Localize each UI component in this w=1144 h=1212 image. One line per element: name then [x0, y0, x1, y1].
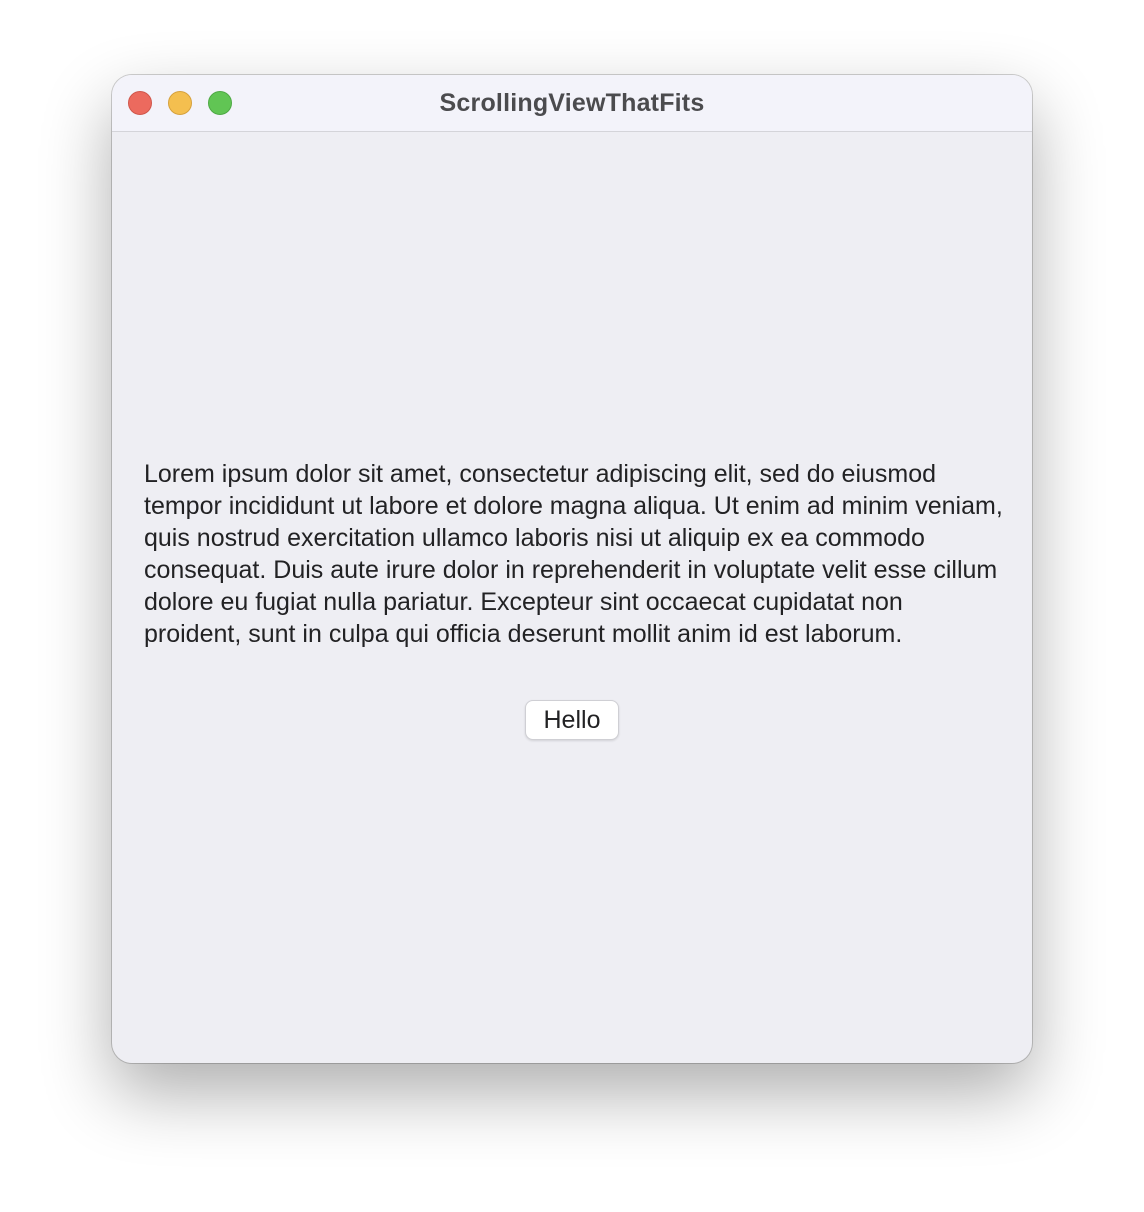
content-area: Lorem ipsum dolor sit amet, consectetur …	[112, 132, 1032, 1063]
hello-button[interactable]: Hello	[525, 700, 619, 740]
title-bar[interactable]: ScrollingViewThatFits	[112, 75, 1032, 132]
app-window: ScrollingViewThatFits Lorem ipsum dolor …	[112, 75, 1032, 1063]
lorem-paragraph: Lorem ipsum dolor sit amet, consectetur …	[144, 460, 1003, 648]
window-title: ScrollingViewThatFits	[439, 89, 705, 117]
